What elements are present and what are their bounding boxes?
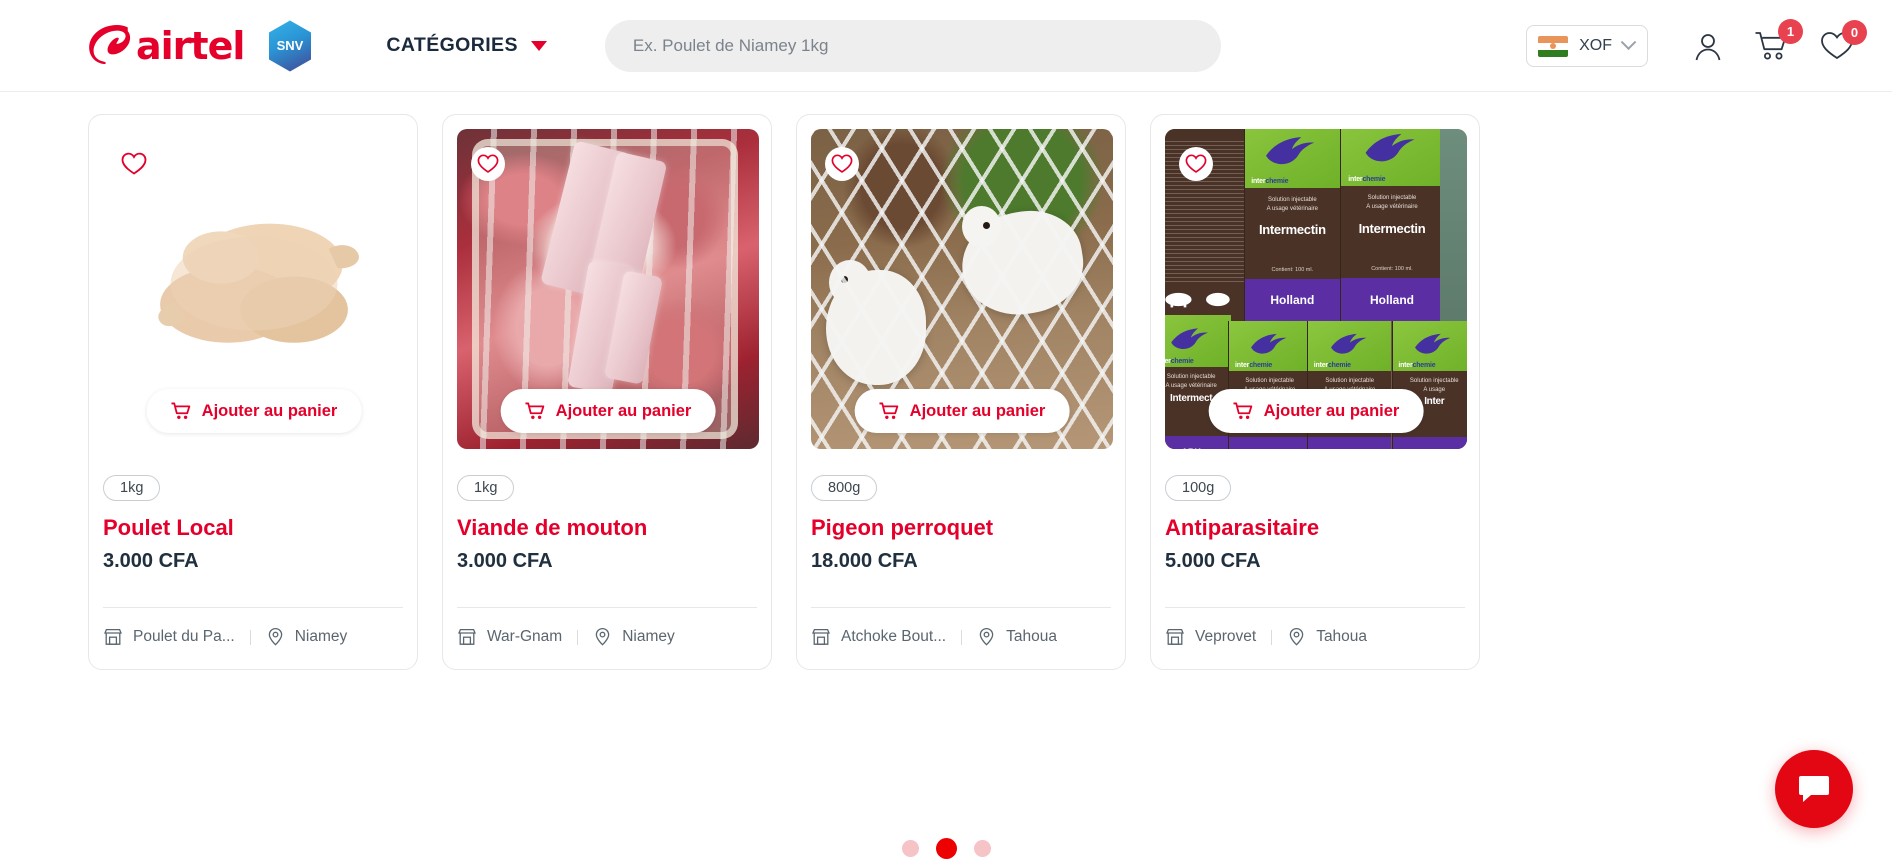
product-price: 5.000 CFA xyxy=(1165,550,1261,573)
logo-zone: airtel SNV xyxy=(88,19,314,73)
heart-icon xyxy=(831,154,853,173)
product-image[interactable]: Ajouter au panier xyxy=(103,129,405,449)
airtel-logo[interactable]: airtel xyxy=(88,23,245,69)
currency-code: XOF xyxy=(1579,37,1612,54)
product-title[interactable]: Poulet Local xyxy=(103,515,403,540)
vendor-row: War-Gnam Niamey xyxy=(457,607,757,647)
product-title[interactable]: Viande de mouton xyxy=(457,515,757,540)
divider xyxy=(577,629,579,645)
categories-label: CATÉGORIES xyxy=(386,34,518,56)
heart-icon xyxy=(1185,154,1207,173)
favorite-button[interactable] xyxy=(825,147,859,181)
add-to-cart-label: Ajouter au panier xyxy=(909,401,1046,420)
product-card[interactable]: Ajouter au panier 800g Pigeon perroquet … xyxy=(796,114,1126,670)
heart-icon xyxy=(477,154,499,173)
store-icon xyxy=(104,628,122,645)
pagination-dot-active[interactable] xyxy=(935,838,957,859)
product-card[interactable]: interchemie Solution injectable A usage v… xyxy=(1150,114,1480,670)
currency-selector[interactable]: XOF xyxy=(1526,25,1648,67)
search-wrapper xyxy=(604,19,1221,72)
product-price: 3.000 CFA xyxy=(103,550,199,573)
cart-icon xyxy=(171,402,191,420)
vendor-city: Niamey xyxy=(622,628,675,645)
vendor-row: Atchoke Bout... Tahoua xyxy=(811,607,1111,647)
product-title[interactable]: Antiparasitaire xyxy=(1165,515,1465,540)
airtel-swoosh-icon xyxy=(89,24,131,64)
carousel-pagination xyxy=(0,838,1892,859)
product-image[interactable]: interchemie Solution injectable A usage v… xyxy=(1165,129,1467,449)
header-actions: XOF 1 0 xyxy=(1526,0,1867,92)
snv-wordmark: SNV xyxy=(277,38,304,53)
add-to-cart-label: Ajouter au panier xyxy=(555,401,692,420)
vendor-name: Veprovet xyxy=(1195,628,1257,645)
wishlist-count-badge: 0 xyxy=(1842,20,1867,45)
heart-icon xyxy=(121,152,147,175)
product-price: 3.000 CFA xyxy=(457,550,553,573)
product-image[interactable]: Ajouter au panier xyxy=(811,129,1113,449)
product-title[interactable]: Pigeon perroquet xyxy=(811,515,1111,540)
vendor-row: Poulet du Pa... Niamey xyxy=(103,607,403,647)
store-icon xyxy=(812,628,830,645)
site-header: airtel SNV CATÉGORIES Ex. Poulet de Niam… xyxy=(0,0,1892,92)
weight-badge: 1kg xyxy=(457,475,515,501)
add-to-cart-button[interactable]: Ajouter au panier xyxy=(500,389,716,433)
eagle-logo-icon xyxy=(1266,137,1315,165)
favorite-button[interactable] xyxy=(117,147,151,181)
pagination-dot[interactable] xyxy=(901,840,919,857)
search-input[interactable] xyxy=(604,19,1221,72)
add-to-cart-label: Ajouter au panier xyxy=(1263,401,1400,420)
niger-flag-icon xyxy=(1538,35,1569,57)
product-grid: Ajouter au panier 1kg Poulet Local 3.000… xyxy=(0,92,1892,670)
divider xyxy=(961,629,963,645)
pagination-dot[interactable] xyxy=(973,840,991,857)
add-to-cart-button[interactable]: Ajouter au panier xyxy=(854,389,1070,433)
vendor-name: Poulet du Pa... xyxy=(133,628,235,645)
add-to-cart-button[interactable]: Ajouter au panier xyxy=(146,389,362,433)
location-pin-icon xyxy=(268,627,282,646)
add-to-cart-button[interactable]: Ajouter au panier xyxy=(1208,389,1424,433)
cart-icon xyxy=(1233,402,1253,420)
product-image[interactable]: Ajouter au panier xyxy=(457,129,759,449)
cart-icon xyxy=(879,402,899,420)
cart-icon xyxy=(525,402,545,420)
vendor-city: Niamey xyxy=(294,628,348,645)
weight-badge: 800g xyxy=(811,475,878,501)
vendor-city: Tahoua xyxy=(1006,628,1057,645)
wishlist-button[interactable]: 0 xyxy=(1820,20,1867,61)
location-pin-icon xyxy=(979,627,994,646)
account-button[interactable] xyxy=(1692,30,1724,62)
snv-logo[interactable]: SNV xyxy=(266,19,314,73)
divider xyxy=(249,629,251,645)
product-card[interactable]: Ajouter au panier 1kg Viande de mouton 3… xyxy=(442,114,772,670)
weight-badge: 1kg xyxy=(103,475,161,501)
chat-support-button[interactable] xyxy=(1775,750,1853,828)
snv-hexagon-icon: SNV xyxy=(269,20,312,71)
chicken-photo xyxy=(158,223,359,343)
weight-badge: 100g xyxy=(1165,475,1232,501)
user-icon xyxy=(1695,34,1721,61)
divider xyxy=(1271,629,1273,645)
product-card[interactable]: Ajouter au panier 1kg Poulet Local 3.000… xyxy=(88,114,418,670)
store-icon xyxy=(458,628,476,645)
airtel-wordmark: airtel xyxy=(136,23,245,68)
chevron-down-icon xyxy=(1620,33,1637,50)
vendor-city: Tahoua xyxy=(1316,628,1368,645)
vendor-name: War-Gnam xyxy=(487,628,563,645)
cart-button[interactable]: 1 xyxy=(1754,19,1803,62)
favorite-button[interactable] xyxy=(471,147,505,181)
favorite-button[interactable] xyxy=(1179,147,1213,181)
chevron-down-icon xyxy=(530,40,547,51)
cart-count-badge: 1 xyxy=(1778,19,1803,44)
categories-menu-button[interactable]: CATÉGORIES xyxy=(386,34,547,57)
vendor-row: Veprovet Tahoua xyxy=(1165,607,1465,647)
location-pin-icon xyxy=(1289,627,1304,646)
location-pin-icon xyxy=(595,627,610,646)
product-price: 18.000 CFA xyxy=(811,550,918,573)
add-to-cart-label: Ajouter au panier xyxy=(201,401,338,420)
vendor-name: Atchoke Bout... xyxy=(841,628,947,645)
chat-bubble-icon xyxy=(1799,776,1829,802)
store-icon xyxy=(1166,628,1184,645)
